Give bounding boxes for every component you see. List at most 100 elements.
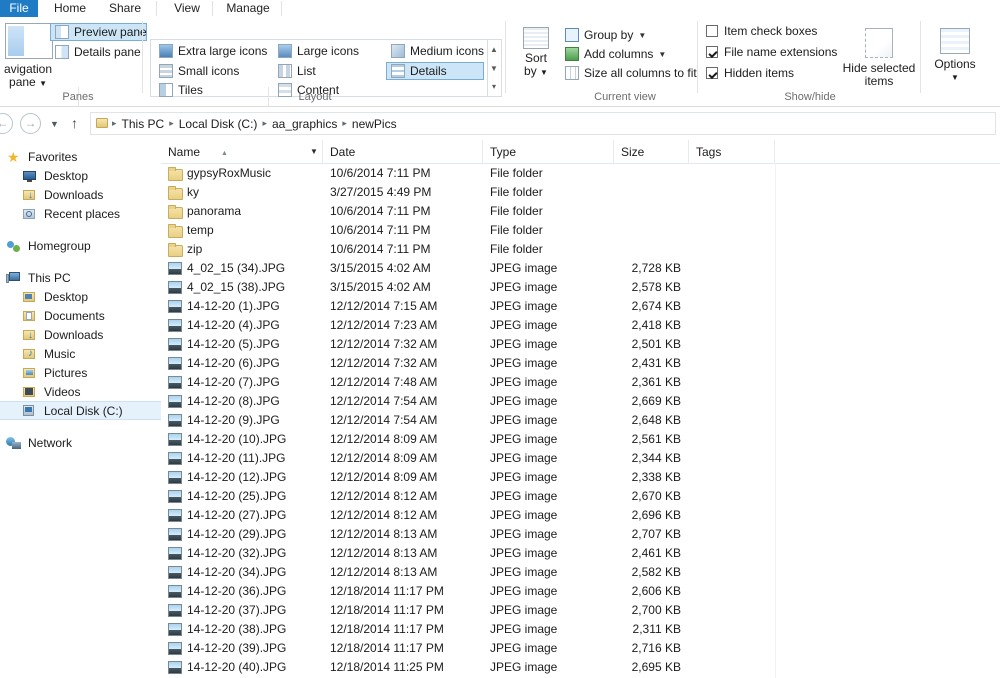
options-button[interactable]: Options ▼: [925, 28, 985, 84]
table-row[interactable]: 14-12-20 (4).JPG 12/12/2014 7:23 AM JPEG i…: [161, 316, 1000, 335]
file-name-label: 14-12-20 (6).JPG: [187, 356, 280, 370]
breadcrumb-item-aa-graphics[interactable]: aa_graphics: [267, 117, 342, 131]
item-check-boxes-option[interactable]: Item check boxes: [706, 24, 817, 38]
tiles-button[interactable]: Tiles: [154, 81, 269, 99]
table-row[interactable]: 14-12-20 (38).JPG 12/18/2014 11:17 PM JPEG…: [161, 620, 1000, 639]
sidebar-item-favorites[interactable]: ★ Favorites: [0, 147, 161, 166]
column-header-tags[interactable]: Tags: [689, 140, 775, 164]
small-icons-button[interactable]: Small icons: [154, 62, 269, 80]
sidebar-item-documents[interactable]: Documents: [0, 306, 161, 325]
navigation-pane[interactable]: ★ Favorites Desktop ↓ Downloads Recent p…: [0, 139, 161, 678]
column-header-size[interactable]: Size: [614, 140, 689, 164]
column-header-filler: [775, 140, 1000, 164]
preview-pane-button[interactable]: Preview pane: [50, 23, 147, 41]
table-row[interactable]: 4_02_15 (34).JPG 3/15/2015 4:02 AM JPEG im…: [161, 259, 1000, 278]
file-rows-container[interactable]: gypsyRoxMusic 10/6/2014 7:11 PM File folde…: [161, 164, 1000, 677]
breadcrumb-item-this-pc[interactable]: This PC: [117, 117, 170, 131]
tab-view[interactable]: View: [163, 0, 211, 17]
sidebar-item-music[interactable]: ♪ Music: [0, 344, 161, 363]
up-button[interactable]: ↑: [71, 115, 78, 131]
table-row[interactable]: 14-12-20 (8).JPG 12/12/2014 7:54 AM JPEG i…: [161, 392, 1000, 411]
hide-selected-items-button[interactable]: Hide selected items: [836, 28, 922, 88]
table-row[interactable]: 14-12-20 (10).JPG 12/12/2014 8:09 AM JPEG …: [161, 430, 1000, 449]
gallery-scroll-up-icon[interactable]: ▲: [488, 41, 500, 59]
extra-large-icons-button[interactable]: Extra large icons: [154, 42, 269, 60]
file-name-extensions-option[interactable]: File name extensions: [706, 45, 837, 59]
sidebar-item-this-pc[interactable]: This PC: [0, 268, 161, 287]
file-list-pane[interactable]: Name ▲ ▼ Date Type Size Tags gypsyRoxMus…: [161, 139, 1000, 678]
details-view-button[interactable]: Details: [386, 62, 484, 80]
recent-locations-button[interactable]: ▼: [50, 119, 59, 129]
sidebar-item-desktop-fav[interactable]: Desktop: [0, 166, 161, 185]
group-by-button[interactable]: Group by ▼: [560, 26, 646, 44]
sidebar-item-videos[interactable]: Videos: [0, 382, 161, 401]
table-row[interactable]: 14-12-20 (39).JPG 12/18/2014 11:17 PM JPEG…: [161, 639, 1000, 658]
jpeg-thumbnail-icon: [168, 490, 182, 503]
sort-by-button[interactable]: Sort by ▼: [516, 27, 556, 79]
tab-manage[interactable]: Manage: [218, 0, 278, 17]
sidebar-item-recent-places[interactable]: Recent places: [0, 204, 161, 223]
file-name-cell: 14-12-20 (12).JPG: [168, 468, 286, 487]
gallery-expand-icon[interactable]: ▾: [488, 78, 500, 96]
table-row[interactable]: 14-12-20 (32).JPG 12/12/2014 8:13 AM JPEG …: [161, 544, 1000, 563]
column-header-name-dropdown[interactable]: ▼: [306, 140, 322, 164]
item-check-boxes-checkbox[interactable]: [706, 25, 718, 37]
drive-icon: [22, 404, 38, 418]
sidebar-item-downloads-pc[interactable]: ↓ Downloads: [0, 325, 161, 344]
table-row[interactable]: 14-12-20 (1).JPG 12/12/2014 7:15 AM JPEG i…: [161, 297, 1000, 316]
column-header-date[interactable]: Date: [323, 140, 483, 164]
medium-icons-button[interactable]: Medium icons: [386, 42, 484, 60]
table-row[interactable]: zip 10/6/2014 7:11 PM File folder: [161, 240, 1000, 259]
table-row[interactable]: 14-12-20 (9).JPG 12/12/2014 7:54 AM JPEG i…: [161, 411, 1000, 430]
group-label-show-hide: Show/hide: [784, 91, 836, 103]
file-date-cell: 12/12/2014 8:13 AM: [330, 527, 438, 541]
sidebar-item-downloads-fav[interactable]: ↓ Downloads: [0, 185, 161, 204]
table-row[interactable]: 14-12-20 (29).JPG 12/12/2014 8:13 AM JPEG …: [161, 525, 1000, 544]
layout-gallery-scroll[interactable]: ▲ ▼ ▾: [488, 39, 502, 97]
breadcrumb-item-local-disk[interactable]: Local Disk (C:): [174, 117, 263, 131]
table-row[interactable]: temp 10/6/2014 7:11 PM File folder: [161, 221, 1000, 240]
tab-home[interactable]: Home: [45, 0, 95, 17]
table-row[interactable]: 14-12-20 (27).JPG 12/12/2014 8:12 AM JPEG …: [161, 506, 1000, 525]
table-row[interactable]: 14-12-20 (36).JPG 12/18/2014 11:17 PM JPEG…: [161, 582, 1000, 601]
hidden-items-checkbox[interactable]: [706, 67, 718, 79]
tab-share[interactable]: Share: [99, 0, 151, 17]
table-row[interactable]: 4_02_15 (38).JPG 3/15/2015 4:02 AM JPEG im…: [161, 278, 1000, 297]
table-row[interactable]: 14-12-20 (12).JPG 12/12/2014 8:09 AM JPEG …: [161, 468, 1000, 487]
sidebar-label: This PC: [28, 270, 71, 285]
preview-pane-icon: [55, 25, 69, 39]
table-row[interactable]: 14-12-20 (7).JPG 12/12/2014 7:48 AM JPEG i…: [161, 373, 1000, 392]
file-name-extensions-checkbox[interactable]: [706, 46, 718, 58]
forward-button[interactable]: →: [20, 113, 41, 134]
table-row[interactable]: 14-12-20 (37).JPG 12/18/2014 11:17 PM JPEG…: [161, 601, 1000, 620]
table-row[interactable]: panorama 10/6/2014 7:11 PM File folder: [161, 202, 1000, 221]
table-row[interactable]: 14-12-20 (40).JPG 12/18/2014 11:25 PM JPEG…: [161, 658, 1000, 677]
breadcrumb[interactable]: ▸ This PC ▸ Local Disk (C:) ▸ aa_graphic…: [90, 112, 996, 135]
table-row[interactable]: 14-12-20 (11).JPG 12/12/2014 8:09 AM JPEG …: [161, 449, 1000, 468]
sidebar-item-pictures[interactable]: Pictures: [0, 363, 161, 382]
column-header-name[interactable]: Name ▲: [161, 140, 323, 164]
list-button[interactable]: List: [273, 62, 373, 80]
sidebar-item-desktop-pc[interactable]: Desktop: [0, 287, 161, 306]
sidebar-item-network[interactable]: Network: [0, 433, 161, 452]
table-row[interactable]: ky 3/27/2015 4:49 PM File folder: [161, 183, 1000, 202]
details-pane-button[interactable]: Details pane: [50, 43, 147, 61]
table-row[interactable]: 14-12-20 (6).JPG 12/12/2014 7:32 AM JPEG i…: [161, 354, 1000, 373]
hidden-items-option[interactable]: Hidden items: [706, 66, 794, 80]
file-type-cell: File folder: [490, 223, 543, 237]
sidebar-item-local-disk-c[interactable]: Local Disk (C:): [0, 401, 161, 420]
table-row[interactable]: gypsyRoxMusic 10/6/2014 7:11 PM File folde…: [161, 164, 1000, 183]
table-row[interactable]: 14-12-20 (5).JPG 12/12/2014 7:32 AM JPEG i…: [161, 335, 1000, 354]
table-row[interactable]: 14-12-20 (34).JPG 12/12/2014 8:13 AM JPEG …: [161, 563, 1000, 582]
table-row[interactable]: 14-12-20 (25).JPG 12/12/2014 8:12 AM JPEG …: [161, 487, 1000, 506]
add-columns-button[interactable]: Add columns ▼: [560, 45, 666, 63]
breadcrumb-item-newpics[interactable]: newPics: [347, 117, 402, 131]
sidebar-item-homegroup[interactable]: Homegroup: [0, 236, 161, 255]
column-header-type[interactable]: Type: [483, 140, 614, 164]
back-button[interactable]: ←: [0, 113, 13, 134]
large-icons-button[interactable]: Large icons: [273, 42, 373, 60]
navigation-pane-button[interactable]: avigation pane ▼: [0, 63, 64, 90]
gallery-scroll-down-icon[interactable]: ▼: [488, 60, 500, 78]
size-all-columns-to-fit-button[interactable]: Size all columns to fit: [560, 64, 697, 82]
tab-file[interactable]: File: [0, 0, 38, 17]
